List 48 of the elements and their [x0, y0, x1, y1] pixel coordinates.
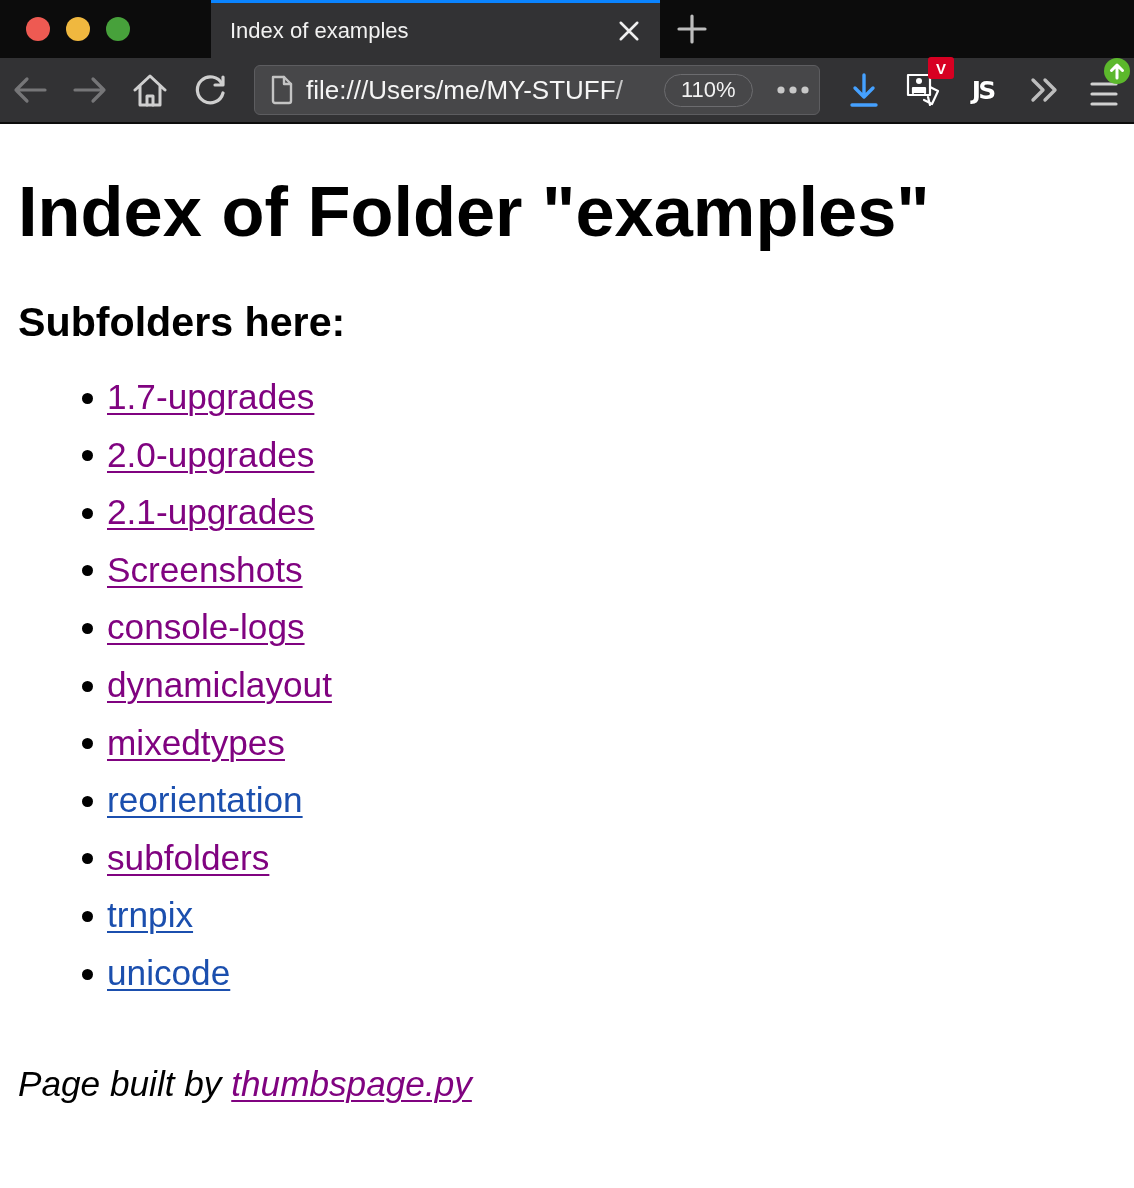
bullet-icon [82, 680, 93, 692]
bullet-icon [82, 392, 93, 404]
bullet-icon [82, 623, 93, 635]
folder-link[interactable]: dynamiclayout [107, 664, 332, 706]
folder-link[interactable]: 1.7-upgrades [107, 376, 315, 418]
page-icon [270, 75, 294, 105]
reload-icon [194, 74, 226, 106]
folder-link[interactable]: 2.0-upgrades [107, 434, 315, 476]
section-heading: Subfolders here: [18, 299, 346, 347]
notification-badge: V [928, 57, 954, 79]
minimize-window-icon[interactable] [66, 17, 90, 41]
folder-link[interactable]: mixedtypes [107, 722, 285, 763]
folder-link[interactable]: reorientation [107, 780, 303, 821]
arrow-left-icon [13, 76, 47, 104]
bullet-icon [82, 450, 93, 462]
bullet-icon [82, 795, 93, 807]
folder-link[interactable]: unicode [107, 952, 231, 994]
bullet-icon [82, 853, 93, 865]
page-heading: Index of Folder "examples" [18, 171, 930, 252]
home-icon [133, 73, 167, 107]
menu-icon [1090, 81, 1118, 107]
maximize-window-icon[interactable] [106, 17, 130, 41]
folder-link[interactable]: Screenshots [107, 549, 303, 591]
footer-text: Page built by thumbspage.py [18, 1063, 472, 1105]
folder-link[interactable]: subfolders [107, 837, 270, 879]
script-link[interactable]: thumbspage.py [231, 1063, 472, 1103]
bullet-icon [82, 565, 93, 577]
chevrons-right-icon [1030, 77, 1058, 103]
close-window-icon[interactable] [26, 17, 50, 41]
pictures-button[interactable]: V [894, 58, 954, 122]
download-icon [849, 73, 879, 107]
bullet-icon [82, 911, 93, 923]
tab[interactable]: Index of examples [211, 0, 660, 58]
bullet-icon [82, 968, 93, 980]
folder-link[interactable]: trnpix [107, 895, 194, 936]
bullet-icon [82, 507, 93, 519]
arrow-right-icon [73, 76, 107, 104]
url-text[interactable]: file:///Users/me/MY-STUFF/ [306, 74, 652, 106]
plus-icon [677, 14, 707, 44]
page-actions-button[interactable] [776, 86, 809, 94]
address-bar[interactable]: file:///Users/me/MY-STUFF/ 110% [254, 65, 820, 115]
close-tab-button[interactable] [618, 19, 640, 42]
folder-link[interactable]: 2.1-upgrades [107, 492, 315, 533]
close-icon [618, 19, 640, 42]
folder-link[interactable]: console-logs [107, 607, 305, 648]
script-button[interactable]: JS [954, 58, 1014, 122]
bullet-icon [82, 738, 93, 750]
ellipsis-icon [776, 86, 809, 94]
